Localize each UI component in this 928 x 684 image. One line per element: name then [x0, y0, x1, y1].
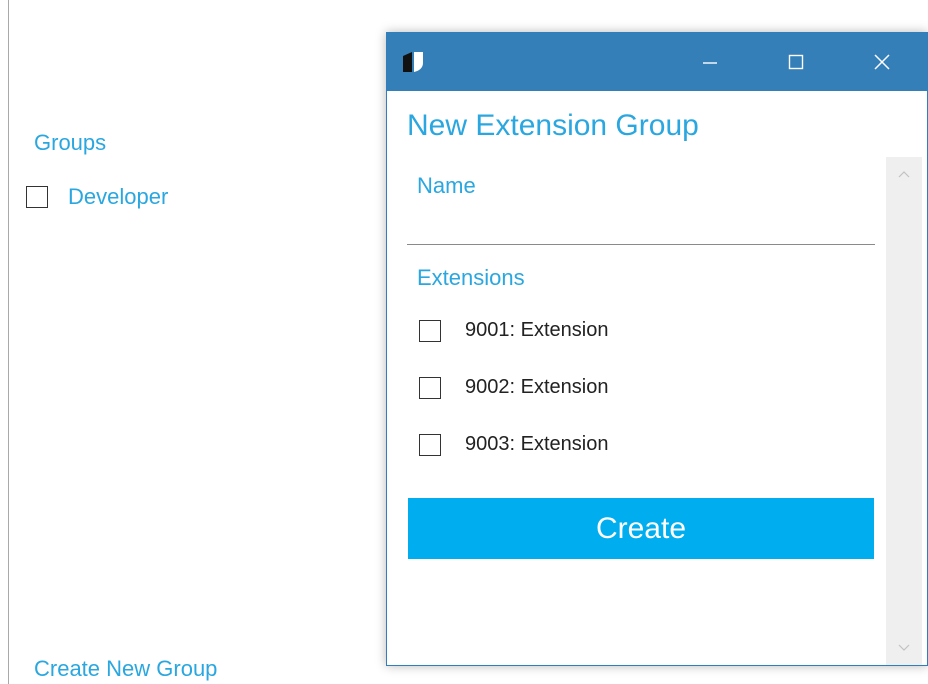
groups-title: Groups — [34, 130, 107, 155]
extension-label: 9003: Extension — [465, 433, 609, 455]
vertical-scrollbar[interactable] — [886, 157, 922, 665]
extension-item-9002[interactable]: 9002: Extension — [419, 376, 608, 399]
scroll-down-button[interactable] — [886, 631, 922, 665]
window-titlebar[interactable] — [387, 33, 927, 91]
left-divider — [8, 0, 9, 684]
extension-label: 9001: Extension — [465, 319, 609, 341]
extension-item-9003[interactable]: 9003: Extension — [419, 433, 608, 456]
chevron-down-icon — [898, 644, 910, 651]
extension-checkbox-9001[interactable] — [419, 319, 441, 342]
maximize-icon — [788, 54, 804, 70]
group-label: Developer — [68, 184, 169, 209]
group-item-developer[interactable]: Developer — [26, 184, 168, 210]
close-button[interactable] — [853, 33, 911, 91]
maximize-button[interactable] — [767, 33, 825, 91]
minimize-button[interactable] — [681, 33, 739, 91]
group-checkbox-developer[interactable] — [26, 186, 48, 208]
extension-label: 9002: Extension — [465, 376, 609, 398]
close-icon — [874, 54, 890, 70]
create-new-group-link[interactable]: Create New Group — [34, 656, 217, 682]
extensions-label: Extensions — [417, 265, 525, 290]
extension-checkbox-9003[interactable] — [419, 433, 441, 456]
create-button[interactable]: Create — [408, 498, 874, 559]
scroll-up-button[interactable] — [886, 157, 922, 191]
new-extension-group-dialog: New Extension Group Name Extensions 9001… — [386, 32, 928, 666]
dialog-title: New Extension Group — [407, 109, 699, 142]
extension-checkbox-9002[interactable] — [419, 376, 441, 399]
name-label: Name — [417, 173, 476, 198]
minimize-icon — [703, 62, 717, 64]
screen: Groups Developer Create New Group New Ex… — [0, 0, 928, 684]
extension-item-9001[interactable]: 9001: Extension — [419, 319, 608, 342]
chevron-up-icon — [898, 171, 910, 178]
app-logo-icon — [403, 52, 423, 72]
name-input[interactable] — [407, 209, 875, 245]
